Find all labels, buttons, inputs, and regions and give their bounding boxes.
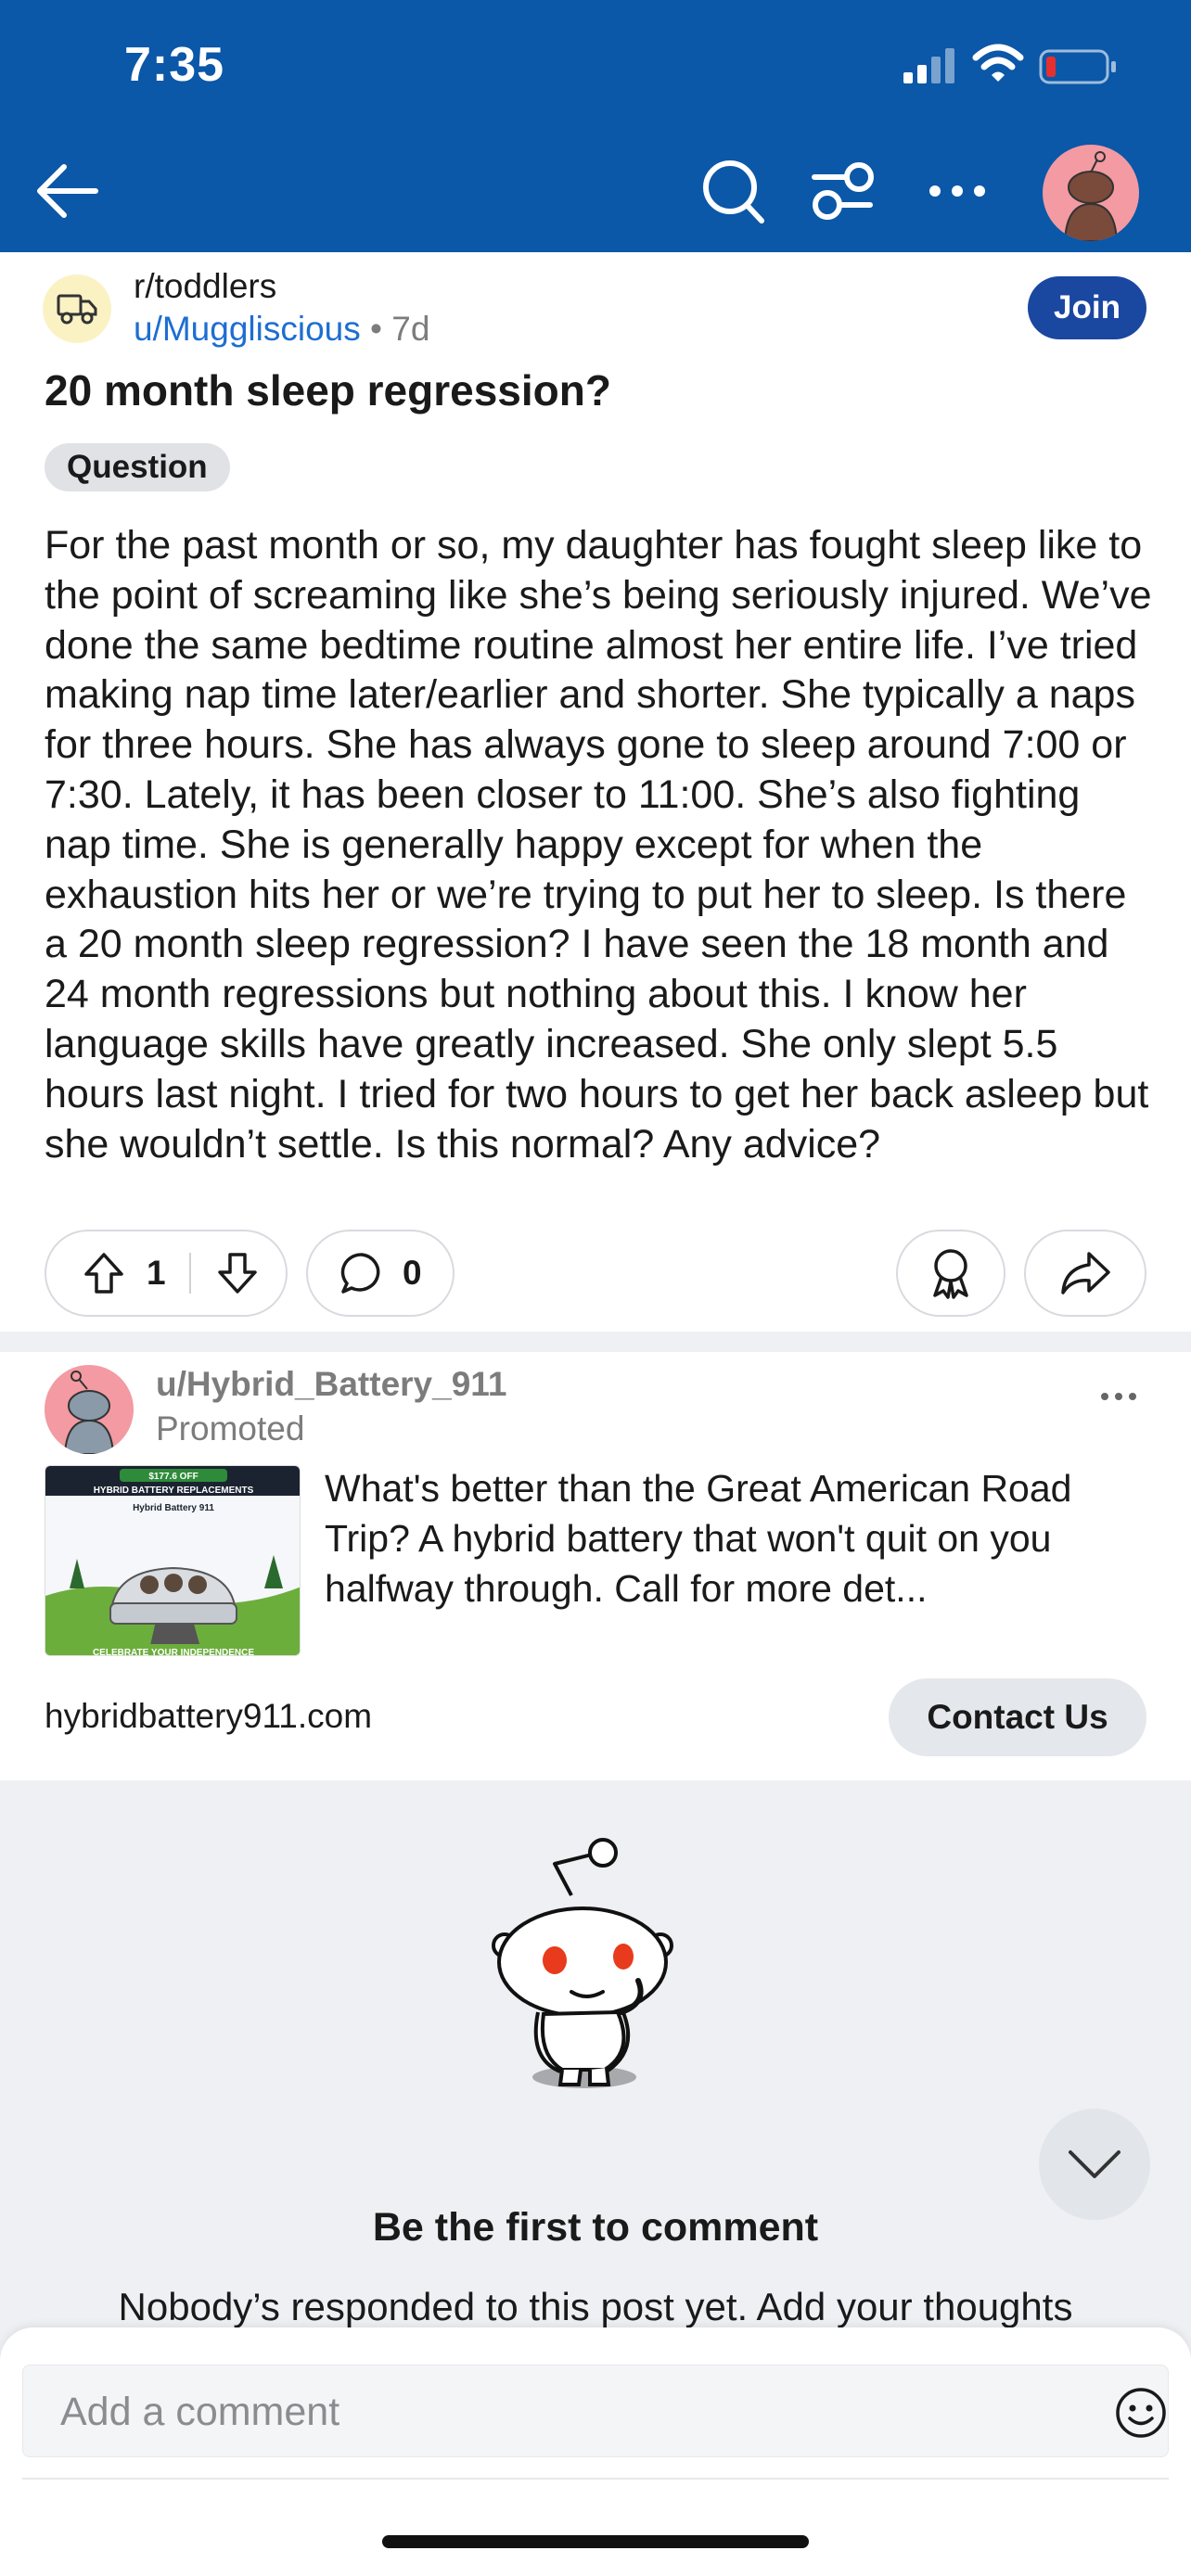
- vote-bar: 1: [45, 1230, 288, 1317]
- user-avatar[interactable]: [1043, 145, 1139, 241]
- advertiser-avatar[interactable]: [45, 1365, 134, 1454]
- more-options-button[interactable]: [918, 154, 996, 228]
- composer-divider: [22, 2478, 1169, 2480]
- post-meta: u/Muggliscious • 7d: [134, 310, 429, 349]
- post-flair[interactable]: Question: [45, 443, 230, 491]
- back-button[interactable]: [28, 156, 106, 226]
- snoo-avatar-icon: [63, 1371, 115, 1454]
- award-icon: [933, 1249, 968, 1299]
- comments-button[interactable]: 0: [306, 1230, 455, 1317]
- home-indicator[interactable]: [382, 2535, 809, 2548]
- top-app-bar: 7:35: [0, 0, 1191, 252]
- advertiser-username[interactable]: u/Hybrid_Battery_911: [156, 1365, 506, 1404]
- downvote-button[interactable]: [208, 1243, 267, 1303]
- subreddit-icon[interactable]: [43, 274, 111, 343]
- smiley-icon: [1116, 2388, 1166, 2438]
- ad-domain[interactable]: hybridbattery911.com: [45, 1697, 372, 1736]
- ad-footer-text: CELEBRATE YOUR INDEPENDENCE: [93, 1648, 254, 1656]
- status-time: 7:35: [124, 38, 225, 92]
- emoji-button[interactable]: [1114, 2386, 1168, 2440]
- subreddit-name[interactable]: r/toddlers: [134, 267, 276, 306]
- ad-copy[interactable]: What's better than the Great American Ro…: [325, 1463, 1150, 1613]
- ad-thumbnail-art: $177.6 OFF HYBRID BATTERY REPLACEMENTS H…: [45, 1466, 300, 1656]
- award-button[interactable]: [896, 1230, 1005, 1317]
- sort-filter-button[interactable]: [805, 154, 883, 228]
- arrow-down-icon: [218, 1253, 257, 1294]
- vote-count: 1: [147, 1254, 166, 1292]
- cellular-signal-icon: [903, 48, 954, 83]
- more-horizontal-icon: [1101, 1393, 1136, 1400]
- meta-separator: •: [360, 310, 392, 348]
- snoo-avatar-icon: [1063, 151, 1119, 241]
- arrow-left-icon: [37, 164, 98, 218]
- search-icon: [703, 160, 764, 223]
- post-body: For the past month or so, my daughter ha…: [45, 523, 1152, 1167]
- empty-state-title: Be the first to comment: [372, 2205, 819, 2250]
- contact-us-button[interactable]: Contact Us: [889, 1678, 1146, 1756]
- filter-icon: [812, 162, 874, 220]
- comment-count: 0: [403, 1254, 422, 1292]
- more-horizontal-icon: [929, 185, 985, 197]
- ad-brand-text: Hybrid Battery 911: [133, 1503, 214, 1513]
- post-age: 7d: [391, 310, 430, 348]
- comment-bubble-icon: [336, 1247, 388, 1299]
- ad-thumbnail[interactable]: $177.6 OFF HYBRID BATTERY REPLACEMENTS H…: [45, 1465, 301, 1656]
- scroll-down-button[interactable]: [1039, 2109, 1150, 2220]
- search-button[interactable]: [694, 154, 772, 228]
- truck-icon: [57, 294, 97, 325]
- share-button[interactable]: [1024, 1230, 1146, 1317]
- ad-price-text: $177.6 OFF: [148, 1472, 198, 1482]
- section-divider: [0, 1332, 1191, 1352]
- post-title: 20 month sleep regression?: [45, 366, 611, 414]
- promoted-post[interactable]: u/Hybrid_Battery_911 Promoted $177.6 OFF…: [0, 1352, 1191, 1780]
- join-button[interactable]: Join: [1028, 276, 1146, 339]
- upvote-button[interactable]: [74, 1243, 134, 1303]
- comment-input[interactable]: Add a comment: [22, 2365, 1169, 2457]
- promoted-label: Promoted: [156, 1409, 305, 1447]
- ad-more-button[interactable]: [1091, 1378, 1146, 1415]
- ad-headline-text: HYBRID BATTERY REPLACEMENTS: [94, 1486, 254, 1496]
- share-arrow-icon: [1061, 1252, 1110, 1294]
- post: r/toddlers u/Muggliscious • 7d Join 20 m…: [0, 252, 1191, 1332]
- battery-icon: [1039, 49, 1116, 84]
- empty-state-subtitle: Nobody’s responded to this post yet. Add…: [118, 2285, 1073, 2328]
- post-author[interactable]: u/Muggliscious: [134, 310, 361, 348]
- snoo-mascot-icon: [492, 1838, 673, 2088]
- arrow-up-icon: [84, 1253, 123, 1294]
- comment-placeholder: Add a comment: [60, 2390, 340, 2434]
- chevron-down-icon: [1069, 2150, 1121, 2178]
- wifi-icon: [972, 44, 1024, 82]
- vote-divider: [189, 1253, 191, 1294]
